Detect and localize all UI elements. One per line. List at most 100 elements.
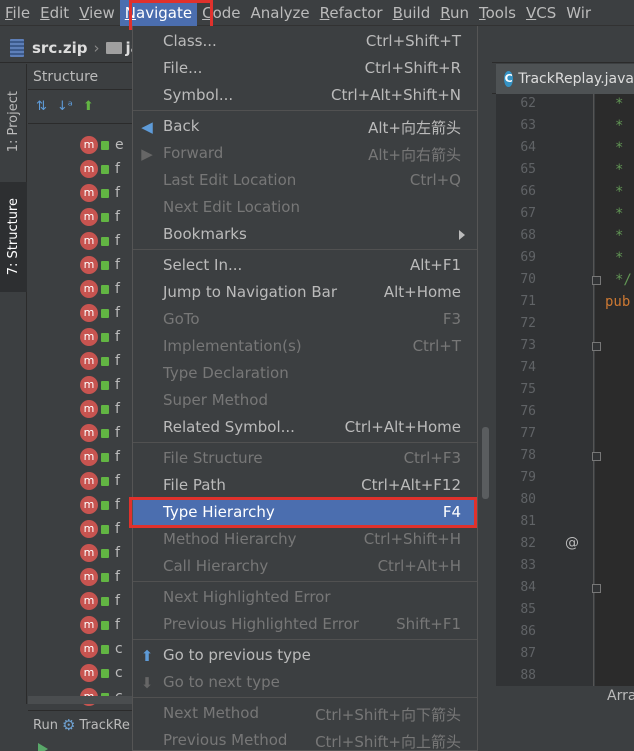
show-inherited-icon[interactable]: ⬆: [83, 99, 94, 114]
run-label[interactable]: Run: [33, 718, 58, 733]
menu-scrollbar-track[interactable]: [478, 26, 492, 751]
structure-item[interactable]: mf: [80, 398, 120, 420]
menu-navigate[interactable]: Navigate: [119, 0, 198, 26]
menu-item-type-declaration[interactable]: Type Declaration: [133, 360, 477, 387]
menu-item-next-highlighted-error[interactable]: Next Highlighted Error: [133, 584, 477, 611]
line-number: 68: [520, 228, 536, 243]
menu-item-type-hierarchy[interactable]: Type Hierarchy F4: [133, 499, 477, 526]
back-arrow-icon: ◀: [141, 118, 153, 136]
menu-item-call-hierarchy[interactable]: Call Hierarchy Ctrl+Alt+H: [133, 553, 477, 580]
menu-vcs[interactable]: VCS: [521, 0, 561, 26]
structure-item[interactable]: mf: [80, 350, 120, 372]
sort-alphabetically-icon[interactable]: ↓ᵃ: [57, 99, 73, 114]
fold-marker-icon[interactable]: [592, 276, 601, 285]
structure-item[interactable]: mf: [80, 230, 120, 252]
menu-item-file[interactable]: File... Ctrl+Shift+R: [133, 55, 477, 82]
menu-item-jump-to-navigation-bar[interactable]: Jump to Navigation Bar Alt+Home: [133, 279, 477, 306]
menu-item-label: Forward: [163, 144, 224, 162]
editor-tab-trackreplay[interactable]: C TrackReplay.java: [496, 64, 634, 94]
menu-item-next-method[interactable]: Next Method Ctrl+Shift+向下箭头: [133, 700, 477, 727]
structure-item[interactable]: mf: [80, 278, 120, 300]
menu-item-shortcut: F3: [442, 310, 461, 328]
structure-item[interactable]: mf: [80, 494, 120, 516]
menu-item-previous-method[interactable]: Previous Method Ctrl+Shift+向上箭头: [133, 727, 477, 751]
line-number: 67: [520, 206, 536, 221]
run-config[interactable]: TrackRe: [79, 718, 129, 733]
menu-item-next-edit-location[interactable]: Next Edit Location: [133, 194, 477, 221]
menu-tools[interactable]: Tools: [474, 0, 521, 26]
menu-item-file-structure[interactable]: File Structure Ctrl+F3: [133, 445, 477, 472]
line-number: 74: [520, 360, 536, 375]
menu-item-forward[interactable]: ▶ Forward Alt+向右箭头: [133, 140, 477, 167]
structure-item-label: f: [115, 425, 120, 441]
structure-item[interactable]: mf: [80, 614, 120, 636]
menu-item-class[interactable]: Class... Ctrl+Shift+T: [133, 28, 477, 55]
menu-item-back[interactable]: ◀ Back Alt+向左箭头: [133, 113, 477, 140]
structure-item[interactable]: mf: [80, 590, 120, 612]
method-icon: m: [80, 544, 98, 562]
menu-refactor[interactable]: Refactor: [315, 0, 388, 26]
menu-item-file-path[interactable]: File Path Ctrl+Alt+F12: [133, 472, 477, 499]
menu-view[interactable]: View: [74, 0, 120, 26]
structure-item[interactable]: mf: [80, 446, 120, 468]
structure-item[interactable]: mf: [80, 566, 120, 588]
method-icon: m: [80, 568, 98, 586]
play-icon[interactable]: [38, 743, 48, 751]
menu-item-shortcut: Alt+Home: [383, 283, 461, 301]
breadcrumb-zip[interactable]: src.zip: [32, 39, 88, 57]
fold-marker-icon[interactable]: [592, 342, 601, 351]
menu-file[interactable]: File: [0, 0, 35, 26]
menu-item-label: Type Hierarchy: [163, 503, 275, 521]
code-area[interactable]: * * * * * * * * */ pub: [595, 94, 634, 686]
menu-scrollbar-thumb[interactable]: [482, 427, 489, 499]
structure-item[interactable]: mf: [80, 254, 120, 276]
menu-item-method-hierarchy[interactable]: Method Hierarchy Ctrl+Shift+H: [133, 526, 477, 553]
structure-item[interactable]: mf: [80, 206, 120, 228]
sort-by-visibility-icon[interactable]: ⇅: [36, 99, 47, 114]
menu-item-implementation[interactable]: Implementation(s) Ctrl+T: [133, 333, 477, 360]
structure-item[interactable]: mf: [80, 302, 120, 324]
structure-item[interactable]: mf: [80, 374, 120, 396]
structure-item[interactable]: mf: [80, 470, 120, 492]
menu-item-go-to-next-type[interactable]: ⬇ Go to next type: [133, 669, 477, 696]
arrow-down-icon: ⬇: [140, 674, 154, 692]
fold-marker-icon[interactable]: [592, 584, 601, 593]
public-lock-icon: [101, 476, 109, 486]
public-lock-icon: [101, 572, 109, 582]
menu-edit[interactable]: Edit: [35, 0, 74, 26]
menu-item-go-to-previous-type[interactable]: ⬆ Go to previous type: [133, 642, 477, 669]
menu-analyze[interactable]: Analyze: [246, 0, 315, 26]
structure-item[interactable]: mf: [80, 182, 120, 204]
menu-build[interactable]: Build: [388, 0, 436, 26]
structure-item[interactable]: mf: [80, 158, 120, 180]
menu-window[interactable]: Wir: [561, 0, 596, 26]
menu-item-bookmarks[interactable]: Bookmarks: [133, 221, 477, 248]
menu-separator: [133, 639, 477, 640]
navigate-menu: Class... Ctrl+Shift+T File... Ctrl+Shift…: [132, 26, 478, 751]
menu-item-last-edit-location[interactable]: Last Edit Location Ctrl+Q: [133, 167, 477, 194]
structure-item[interactable]: mf: [80, 542, 120, 564]
fold-marker-icon[interactable]: [592, 452, 601, 461]
tab-project[interactable]: 1: Project: [0, 72, 27, 172]
structure-item[interactable]: mf: [80, 422, 120, 444]
structure-horizontal-scrollbar[interactable]: [28, 696, 132, 704]
menu-item-goto[interactable]: GoTo F3: [133, 306, 477, 333]
tab-structure[interactable]: 7: Structure: [0, 182, 27, 292]
menu-run[interactable]: Run: [435, 0, 474, 26]
override-marker-icon[interactable]: @: [565, 535, 579, 551]
menu-item-super-method[interactable]: Super Method: [133, 387, 477, 414]
structure-item[interactable]: mf: [80, 518, 120, 540]
menu-item-previous-highlighted-error[interactable]: Previous Highlighted Error Shift+F1: [133, 611, 477, 638]
code-comment-line: *: [615, 96, 624, 112]
structure-toolbar: ⇅ ↓ᵃ ⬆: [28, 90, 132, 124]
menu-code[interactable]: Code: [197, 0, 245, 26]
structure-item-label: f: [115, 353, 120, 369]
structure-item[interactable]: mf: [80, 326, 120, 348]
structure-item[interactable]: mc: [80, 662, 123, 684]
structure-item[interactable]: mc: [80, 638, 123, 660]
menu-item-symbol[interactable]: Symbol... Ctrl+Alt+Shift+N: [133, 82, 477, 109]
menu-item-select-in[interactable]: Select In... Alt+F1: [133, 252, 477, 279]
menu-item-related-symbol[interactable]: Related Symbol... Ctrl+Alt+Home: [133, 414, 477, 441]
structure-item[interactable]: me: [80, 134, 124, 156]
forward-arrow-icon: ▶: [141, 145, 153, 163]
